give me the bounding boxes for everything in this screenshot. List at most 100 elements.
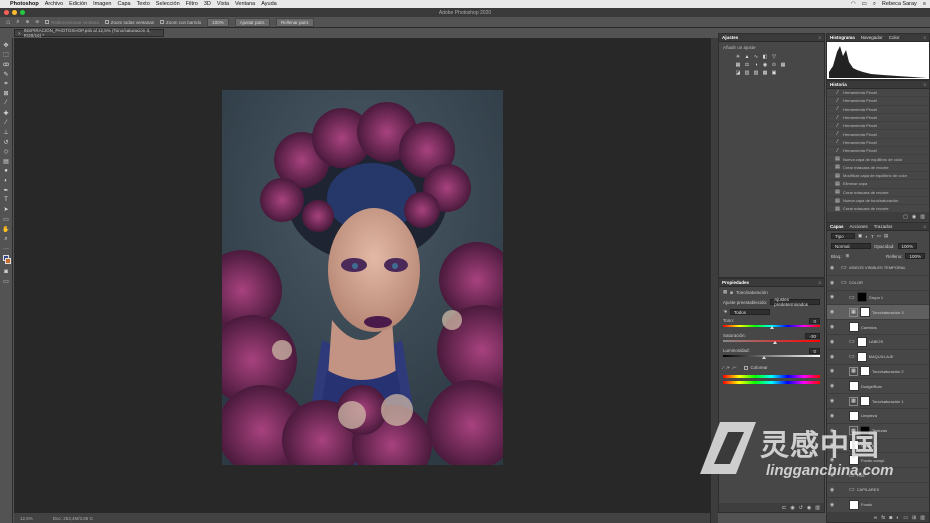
filter-pixel-icon[interactable]: ▣ xyxy=(858,233,862,239)
vibrance-icon[interactable]: ▽ xyxy=(771,54,777,60)
close-window-button[interactable] xyxy=(4,10,9,15)
opacity-value[interactable]: 100% xyxy=(897,243,918,249)
history-item[interactable]: ⁄ Herramienta Pincel xyxy=(827,97,929,106)
folder-icon[interactable]: ▭ xyxy=(849,294,855,301)
rectangle-tool-icon[interactable]: ▭ xyxy=(2,215,11,224)
layer-name[interactable]: Grupo 1 xyxy=(869,295,883,300)
trash-icon[interactable]: ▥ xyxy=(920,214,925,220)
reset-icon[interactable]: ↺ xyxy=(799,505,803,511)
menu-seleccion[interactable]: Selección xyxy=(156,1,180,7)
more-tools-icon[interactable]: ··· xyxy=(2,244,11,253)
history-item[interactable]: ⁄ Herramienta Pincel xyxy=(827,139,929,148)
pen-tool-icon[interactable]: ✒ xyxy=(2,186,11,195)
path-selection-tool-icon[interactable]: ➤ xyxy=(2,206,11,215)
menu-app-name[interactable]: Photoshop xyxy=(10,1,39,7)
colorize-checkbox[interactable] xyxy=(743,365,748,370)
layer-row[interactable]: ◉ ▦ Tono/saturación 2 xyxy=(827,365,929,380)
link-icon[interactable]: ∞ xyxy=(874,515,878,521)
tab-ajustes[interactable]: Ajustes xyxy=(722,35,738,40)
home-icon[interactable]: ⌂ xyxy=(6,19,10,26)
layer-row[interactable]: ◉ ▭ LABIOS xyxy=(827,335,929,350)
layer-name[interactable]: Tono/saturación 2 xyxy=(872,369,904,374)
battery-icon[interactable]: ▭ xyxy=(862,1,867,7)
selective-color-icon[interactable]: ▩ xyxy=(762,70,768,76)
layer-thumbnail[interactable] xyxy=(849,499,859,510)
channel-select[interactable]: Todos xyxy=(730,309,771,315)
zoom-100-button[interactable]: 100% xyxy=(207,17,229,27)
canvas-image[interactable] xyxy=(222,90,503,465)
layer-name[interactable]: Tono/saturación 1 xyxy=(872,399,904,404)
layer-name[interactable]: VIDEOS VISIBLES TEMPORAL xyxy=(849,265,906,270)
crop-tool-icon[interactable]: ⌗ xyxy=(2,80,11,89)
history-item[interactable]: ▤ Modificar capa de equilibrio de color xyxy=(827,172,929,181)
layer-name[interactable]: Tono/saturación 3 xyxy=(872,310,904,315)
layer-row[interactable]: ◉ ▭ MAQUILLAJE xyxy=(827,350,929,365)
visibility-eye-icon[interactable]: ◉ xyxy=(829,398,835,404)
layer-row[interactable]: ◉ ▭ Grupo 1 xyxy=(827,291,929,306)
layer-thumbnail[interactable] xyxy=(849,381,859,392)
photo-filter-icon[interactable]: ◉ xyxy=(762,62,768,68)
lightness-value[interactable]: 0 xyxy=(809,348,820,354)
menu-capa[interactable]: Capa xyxy=(117,1,130,7)
mask-icon[interactable]: ◙ xyxy=(730,290,733,295)
zoom-in-icon[interactable]: ⊕ xyxy=(26,19,30,25)
black-white-icon[interactable]: ◑ xyxy=(753,62,759,68)
search-icon[interactable]: ⌕ xyxy=(873,1,876,8)
visibility-eye-icon[interactable]: ◉ xyxy=(829,354,835,360)
dodge-tool-icon[interactable]: ◐ xyxy=(2,177,11,186)
adjustment-layer-icon[interactable]: ▦ xyxy=(849,396,858,406)
quick-mask-icon[interactable]: ◙ xyxy=(2,267,11,276)
clip-icon[interactable]: ⊏ xyxy=(782,505,786,511)
layer-row[interactable]: ◉ Fondo xyxy=(827,498,929,513)
hue-slider-thumb[interactable] xyxy=(769,326,774,329)
eyedropper-plus-icon[interactable]: ⁄+ xyxy=(727,365,730,370)
new-layer-icon[interactable]: ⊞ xyxy=(912,515,916,521)
layer-mask-thumbnail[interactable] xyxy=(860,366,870,377)
clone-stamp-tool-icon[interactable]: ⊥ xyxy=(2,128,11,137)
threshold-icon[interactable]: ▨ xyxy=(753,70,759,76)
visibility-eye-icon[interactable]: ◉ xyxy=(829,502,835,508)
layer-name[interactable]: Cambios xyxy=(861,325,877,330)
channel-mixer-icon[interactable]: ⊙ xyxy=(771,62,777,68)
menu-edicion[interactable]: Edición xyxy=(69,1,87,7)
eyedropper-icon[interactable]: ⁄ xyxy=(723,365,724,370)
tab-historia[interactable]: Historia xyxy=(830,82,847,87)
history-item[interactable]: ▤ Nueva capa de tono/saturación xyxy=(827,197,929,206)
layer-row[interactable]: ◉ Dodge/Burn xyxy=(827,379,929,395)
menu-list-icon[interactable]: ≡ xyxy=(923,1,926,7)
layer-name[interactable]: Dodge/Burn xyxy=(861,384,882,389)
channel-hand-icon[interactable]: ☚ xyxy=(723,309,727,315)
menu-ventana[interactable]: Ventana xyxy=(235,1,255,7)
color-balance-icon[interactable]: ⚖ xyxy=(744,62,750,68)
screen-mode-icon[interactable]: ▭ xyxy=(2,277,11,286)
levels-icon[interactable]: ▲ xyxy=(744,54,750,60)
new-document-icon[interactable]: ▢ xyxy=(903,214,908,220)
layer-row[interactable]: ◉ ▭ VIDEOS VISIBLES TEMPORAL xyxy=(827,261,929,276)
hue-saturation-icon[interactable]: ▦ xyxy=(735,62,741,68)
visibility-eye-icon[interactable]: ◉ xyxy=(829,324,835,330)
lock-icon[interactable]: ⊞ xyxy=(846,253,850,259)
lasso-tool-icon[interactable]: ꝏ xyxy=(2,60,11,69)
history-item[interactable]: ⁄ Herramienta Pincel xyxy=(827,106,929,114)
close-tab-icon[interactable]: × xyxy=(18,31,21,36)
fill-value[interactable]: 100% xyxy=(905,253,925,259)
tab-trazados[interactable]: Trazados xyxy=(874,224,893,229)
tab-capas[interactable]: Capas xyxy=(830,224,844,229)
history-item[interactable]: ▤ Crear máscara de recorte xyxy=(827,164,929,172)
blend-mode-select[interactable]: Normal xyxy=(831,243,871,249)
visibility-eye-icon[interactable]: ◉ xyxy=(829,383,835,389)
history-item[interactable]: ⁄ Herramienta Pincel xyxy=(827,130,929,139)
view-previous-icon[interactable]: ◉ xyxy=(790,505,794,511)
quick-selection-tool-icon[interactable]: ✎ xyxy=(2,70,11,79)
tab-color[interactable]: Color xyxy=(889,35,900,40)
healing-brush-tool-icon[interactable]: ✚ xyxy=(2,109,11,118)
trash-icon[interactable]: ▥ xyxy=(920,515,925,521)
visibility-eye-icon[interactable]: ◉ xyxy=(829,339,835,345)
user-name[interactable]: Rebeca Saray xyxy=(882,1,917,7)
layer-mask-thumbnail[interactable] xyxy=(856,351,867,362)
layer-name[interactable]: Fondo xyxy=(861,502,872,507)
brightness-icon[interactable]: ☀ xyxy=(735,54,741,60)
panel-menu-icon[interactable]: ≡ xyxy=(923,224,926,229)
history-item[interactable]: ⁄ Herramienta Pincel xyxy=(827,122,929,131)
history-item[interactable]: ▤ Eliminar capa xyxy=(827,180,929,189)
